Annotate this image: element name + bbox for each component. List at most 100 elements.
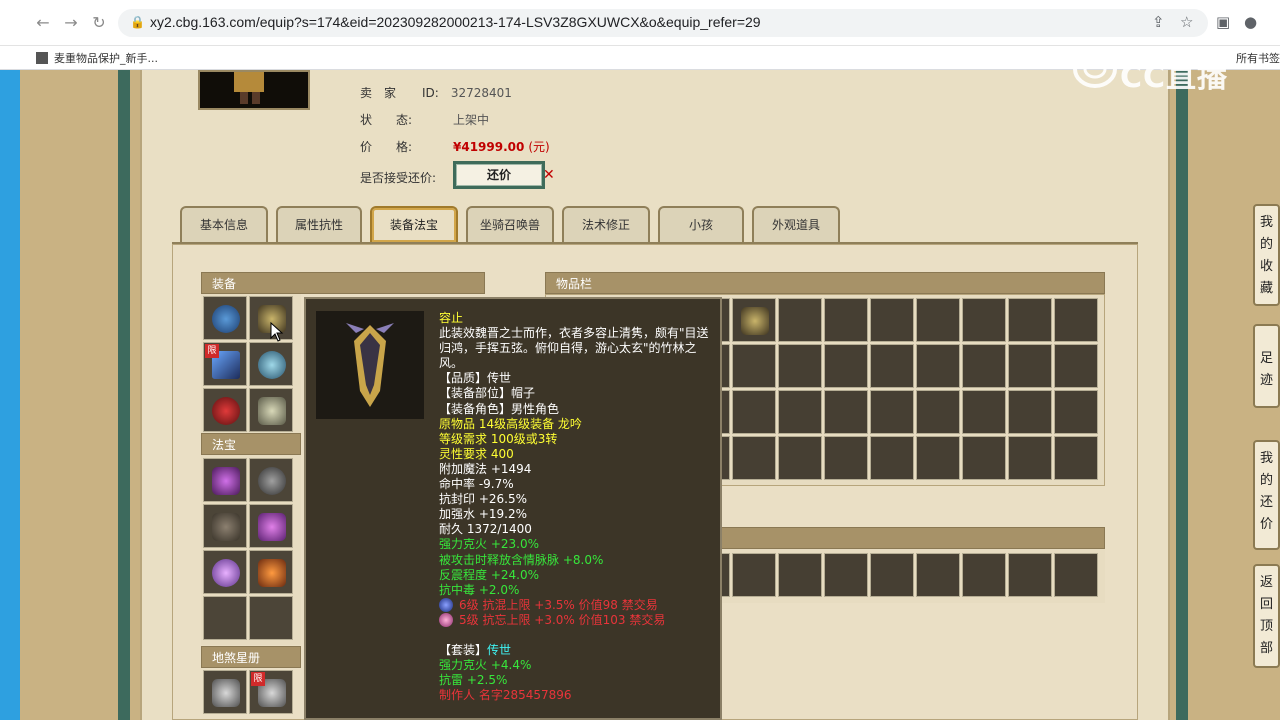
secondary-slot[interactable] <box>1008 553 1052 597</box>
address-bar[interactable]: 🔒 xy2.cbg.163.com/equip?s=174&eid=202309… <box>118 9 1208 37</box>
side-nav-label: 返回顶部 <box>1259 575 1273 656</box>
inventory-slot[interactable] <box>916 344 960 388</box>
frame-right <box>1176 70 1188 720</box>
magic-slot-8[interactable] <box>249 596 293 640</box>
tab-spell-correction[interactable]: 法术修正 <box>562 206 650 242</box>
inventory-slot[interactable] <box>962 298 1006 342</box>
tooltip-set-label: 【套装】 <box>439 642 488 657</box>
inventory-slot[interactable] <box>1054 344 1098 388</box>
inventory-slot[interactable] <box>732 390 776 434</box>
inventory-slot[interactable] <box>870 390 914 434</box>
url-text[interactable]: xy2.cbg.163.com/equip?s=174&eid=20230928… <box>150 14 761 30</box>
magic-slot-5[interactable] <box>203 550 247 594</box>
bookmark-item[interactable]: 麦重物品保护_新手... <box>36 50 158 66</box>
inventory-slot[interactable] <box>732 436 776 480</box>
inventory-slot[interactable] <box>962 344 1006 388</box>
helmet-icon <box>212 305 240 333</box>
side-nav-my-offers[interactable]: 我的还价 <box>1253 440 1280 550</box>
inventory-slot[interactable] <box>778 344 822 388</box>
secondary-slot[interactable] <box>870 553 914 597</box>
secondary-slot[interactable] <box>916 553 960 597</box>
inventory-slot[interactable] <box>1054 436 1098 480</box>
inventory-slot[interactable] <box>824 298 868 342</box>
inventory-slot[interactable] <box>916 390 960 434</box>
secondary-slot[interactable] <box>824 553 868 597</box>
side-nav-favorites[interactable]: 我的收藏 <box>1253 204 1280 306</box>
inventory-slot[interactable] <box>1008 298 1052 342</box>
inventory-slot[interactable] <box>870 298 914 342</box>
magic-slot-1[interactable] <box>203 458 247 502</box>
watermark-text: CC直播 <box>1120 60 1229 95</box>
arrow-left-icon[interactable]: ← <box>34 14 52 32</box>
tooltip-gem-row: 6级 抗混上限 +3.5% 价值98 禁交易 <box>439 597 719 613</box>
magic-slot-7[interactable] <box>203 596 247 640</box>
magic-slot-4[interactable] <box>249 504 293 548</box>
tooltip-spirit-req: 灵性要求 400 <box>439 446 514 461</box>
profile-icon[interactable]: ● <box>1244 13 1257 31</box>
arrow-right-icon[interactable]: → <box>62 14 80 32</box>
counter-offer-button[interactable]: 还价 <box>453 161 545 189</box>
inventory-slot[interactable] <box>732 344 776 388</box>
secondary-slot[interactable] <box>732 553 776 597</box>
equip-slot-armor[interactable] <box>203 388 247 432</box>
inventory-slot[interactable] <box>824 344 868 388</box>
tooltip-item-image <box>316 311 424 419</box>
item-thumbnail <box>198 70 310 110</box>
tab-child[interactable]: 小孩 <box>658 206 744 242</box>
inventory-slot[interactable] <box>1054 390 1098 434</box>
id-label: ID: <box>422 86 439 100</box>
earth-slot-2[interactable]: 限 <box>249 670 293 714</box>
inventory-slot[interactable] <box>778 298 822 342</box>
lock-icon[interactable]: 🔒 <box>130 15 145 29</box>
inventory-slot[interactable] <box>1008 344 1052 388</box>
secondary-slot[interactable] <box>1054 553 1098 597</box>
talisman-icon <box>258 559 286 587</box>
armor-icon <box>212 397 240 425</box>
tooltip-role: 【装备角色】男性角色 <box>439 401 560 416</box>
equip-slot-necklace[interactable] <box>249 342 293 386</box>
tab-equipment[interactable]: 装备法宝 <box>370 206 458 242</box>
status-label: 状 态: <box>360 113 413 127</box>
inventory-slot[interactable] <box>824 436 868 480</box>
tab-attributes[interactable]: 属性抗性 <box>276 206 362 242</box>
necklace-icon <box>258 351 286 379</box>
magic-slot-3[interactable] <box>203 504 247 548</box>
reload-icon[interactable]: ↻ <box>90 14 108 32</box>
inventory-slot[interactable] <box>962 436 1006 480</box>
star-icon[interactable]: ☆ <box>1180 13 1193 31</box>
seller-label: 卖 家 <box>360 86 397 100</box>
hat-icon <box>346 323 394 407</box>
all-bookmarks[interactable]: 所有书签 <box>1236 50 1280 66</box>
inventory-slot[interactable] <box>1008 390 1052 434</box>
tab-appearance[interactable]: 外观道具 <box>752 206 840 242</box>
equip-slot-weapon[interactable]: 限 <box>203 342 247 386</box>
share-icon[interactable]: ⇪ <box>1152 13 1165 31</box>
inventory-slot[interactable] <box>916 436 960 480</box>
inventory-slot[interactable] <box>732 298 776 342</box>
status-value: 上架中 <box>453 113 490 127</box>
inventory-slot[interactable] <box>778 390 822 434</box>
magic-slot-6[interactable] <box>249 550 293 594</box>
inventory-slot[interactable] <box>1054 298 1098 342</box>
inventory-slot[interactable] <box>1008 436 1052 480</box>
inventory-slot[interactable] <box>870 436 914 480</box>
earth-slot-1[interactable] <box>203 670 247 714</box>
tooltip-spacer <box>439 628 719 643</box>
inventory-slot[interactable] <box>962 390 1006 434</box>
secondary-slot[interactable] <box>778 553 822 597</box>
bookmark-label: 麦重物品保护_新手... <box>54 52 158 65</box>
inventory-slot[interactable] <box>916 298 960 342</box>
tab-basic-info[interactable]: 基本信息 <box>180 206 268 242</box>
window-icon[interactable]: ▣ <box>1216 13 1230 31</box>
inventory-slot[interactable] <box>824 390 868 434</box>
tab-mounts-pets[interactable]: 坐骑召唤兽 <box>466 206 554 242</box>
inventory-slot[interactable] <box>870 344 914 388</box>
side-nav-back-to-top[interactable]: 返回顶部 <box>1253 564 1280 668</box>
equip-slot-helmet[interactable] <box>203 296 247 340</box>
earth-header: 地煞星册 <box>201 646 301 668</box>
magic-slot-2[interactable] <box>249 458 293 502</box>
equip-slot-boots[interactable] <box>249 388 293 432</box>
side-nav-footprint[interactable]: 足迹 <box>1253 324 1280 408</box>
inventory-slot[interactable] <box>778 436 822 480</box>
secondary-slot[interactable] <box>962 553 1006 597</box>
